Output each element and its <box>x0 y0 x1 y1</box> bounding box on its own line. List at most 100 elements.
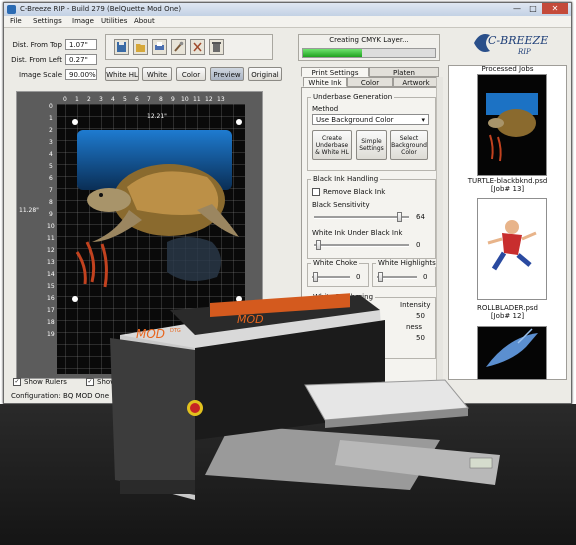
tab-platen[interactable]: Platen <box>369 67 439 77</box>
ruler-left-3: 3 <box>49 139 53 146</box>
window-title: C-Breeze RIP - Build 279 (BelQuette Mod … <box>20 5 182 13</box>
show-rulers-check-icon: ✓ <box>13 378 21 386</box>
progress-status: Creating CMYK Layer... <box>329 36 409 44</box>
tools-icon[interactable] <box>190 39 205 55</box>
create-underbase-button[interactable]: Create Underbase & White HL <box>312 130 352 160</box>
ruler-left-9: 9 <box>49 211 53 218</box>
ruler-left-11: 11 <box>47 235 55 242</box>
ruler-left-16: 16 <box>47 295 55 302</box>
original-button[interactable]: Original <box>248 67 282 81</box>
tab-color[interactable]: Color <box>347 77 393 87</box>
tab-print-settings[interactable]: Print Settings <box>301 67 369 77</box>
method-value: Use Background Color <box>316 116 394 124</box>
handle-top-right[interactable] <box>236 119 242 125</box>
ruler-left-13: 13 <box>47 259 55 266</box>
chevron-down-icon: ▾ <box>421 116 425 124</box>
printer-model-front: DTG <box>170 328 181 334</box>
ruler-left-5: 5 <box>49 163 53 170</box>
black-sensitivity-slider[interactable] <box>397 212 402 222</box>
tab-white-ink[interactable]: White Ink <box>303 77 347 87</box>
white-highlights-value: 0 <box>423 273 428 281</box>
trash-icon[interactable] <box>209 39 224 55</box>
remove-black-ink-label: Remove Black Ink <box>323 188 386 196</box>
menu-about[interactable]: About <box>134 17 155 25</box>
job-thumbnail-rollblader[interactable] <box>477 198 547 300</box>
processed-jobs-title: Processed Jobs <box>481 65 534 73</box>
from-top-label: Dist. From Top <box>12 41 62 49</box>
white-button[interactable]: White <box>142 67 172 81</box>
job-name-1: TURTLE-blackbknd.psd <box>467 177 548 185</box>
ruler-left-10: 10 <box>47 223 55 230</box>
app-icon <box>7 5 16 14</box>
from-top-field[interactable]: 1.07" <box>65 39 97 50</box>
show-grid-check-icon: ✓ <box>86 378 94 386</box>
menu-settings[interactable]: Settings <box>33 17 62 25</box>
ruler-top-0: 0 <box>63 96 67 103</box>
ruler-left-6: 6 <box>49 175 53 182</box>
ruler-top-13: 13 <box>217 96 225 103</box>
white-choke-slider[interactable] <box>313 272 318 282</box>
white-hl-button[interactable]: White HL <box>105 67 139 81</box>
maximize-button[interactable]: □ <box>525 3 541 14</box>
print-icon[interactable] <box>152 39 167 55</box>
wrench-icon[interactable] <box>171 39 186 55</box>
black-sensitivity-track <box>314 216 409 219</box>
job-thumbnail-turtle[interactable] <box>477 74 547 176</box>
logo-text: C-BREEZE <box>488 34 548 47</box>
remove-black-ink-box <box>312 188 320 196</box>
ruler-left-12: 12 <box>47 247 55 254</box>
menu-image[interactable]: Image <box>72 17 94 25</box>
open-icon[interactable] <box>133 39 148 55</box>
minimize-button[interactable]: — <box>509 3 525 14</box>
menu-utilities[interactable]: Utilities <box>101 17 127 25</box>
simple-settings-button[interactable]: Simple Settings <box>356 130 387 160</box>
method-label: Method <box>312 105 339 113</box>
ruler-top-4: 4 <box>111 96 115 103</box>
show-rulers-checkbox[interactable]: ✓ Show Rulers <box>13 378 67 386</box>
preview-button[interactable]: Preview <box>210 67 244 81</box>
ruler-top-8: 8 <box>159 96 163 103</box>
ruler-top-3: 3 <box>99 96 103 103</box>
color-button[interactable]: Color <box>176 67 206 81</box>
menu-file[interactable]: File <box>10 17 22 25</box>
remove-black-ink-checkbox[interactable]: Remove Black Ink <box>312 188 385 196</box>
tab-artwork[interactable]: Artwork <box>393 77 439 87</box>
title-bar: C-Breeze RIP - Build 279 (BelQuette Mod … <box>4 3 571 16</box>
ruler-top: 0 1 2 3 4 5 6 7 8 9 10 11 12 13 <box>63 96 225 103</box>
ruler-left-2: 2 <box>49 127 53 134</box>
black-ink-group-title: Black Ink Handling <box>311 175 381 183</box>
progress-fill <box>303 49 363 57</box>
white-choke-label: White Choke <box>311 259 360 267</box>
black-sensitivity-label: Black Sensitivity <box>312 201 370 209</box>
turtle-head <box>87 188 131 212</box>
handle-top-left[interactable] <box>72 119 78 125</box>
ruler-left-1: 1 <box>49 115 53 122</box>
ruler-top-5: 5 <box>123 96 127 103</box>
ruler-top-7: 7 <box>147 96 151 103</box>
save-icon[interactable] <box>114 39 129 55</box>
select-background-color-button[interactable]: Select Background Color <box>390 130 428 160</box>
method-select[interactable]: Use Background Color ▾ <box>312 114 429 125</box>
ruler-top-11: 11 <box>193 96 201 103</box>
ruler-top-12: 12 <box>205 96 213 103</box>
ruler-top-2: 2 <box>87 96 91 103</box>
image-scale-label: Image Scale <box>19 71 62 79</box>
job-number-1: [Job# 13] <box>490 185 525 193</box>
white-highlights-track <box>377 276 417 279</box>
progress-panel: Creating CMYK Layer... <box>298 34 440 61</box>
show-rulers-label: Show Rulers <box>24 378 67 386</box>
white-under-black-label: White Ink Under Black Ink <box>312 229 403 237</box>
white-under-black-slider[interactable] <box>316 240 321 250</box>
ruler-left-19: 19 <box>47 331 55 338</box>
image-scale-field[interactable]: 90.00% <box>65 69 97 80</box>
dtg-printer: MOD DTG MOD <box>110 290 510 505</box>
ruler-left-8: 8 <box>49 199 53 206</box>
white-highlights-slider[interactable] <box>378 272 383 282</box>
from-left-field[interactable]: 0.27" <box>65 54 97 65</box>
configuration-status: Configuration: BQ MOD One <box>11 392 110 400</box>
white-highlights-label: White Highlights <box>376 259 438 267</box>
ruler-top-9: 9 <box>171 96 175 103</box>
handle-bottom-left[interactable] <box>72 296 78 302</box>
toolbar <box>105 34 273 60</box>
close-button[interactable]: ✕ <box>542 3 568 14</box>
